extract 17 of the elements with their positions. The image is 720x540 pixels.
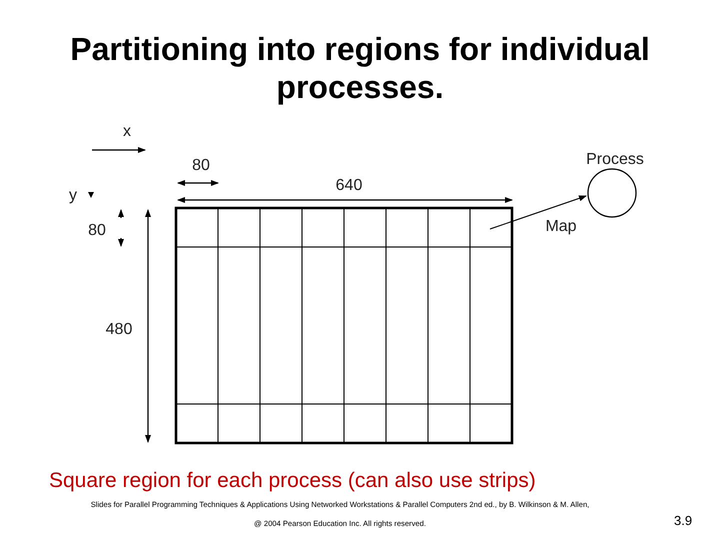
slide-title: Partitioning into regions for individual processes.	[69, 30, 651, 107]
x-axis-label: x	[123, 123, 131, 140]
map-label: Map	[545, 218, 577, 235]
page-number: 3.9	[674, 513, 692, 528]
y-axis-label: y	[69, 187, 77, 204]
column-width-label: 80	[192, 157, 210, 174]
row-height-down-arrow	[118, 238, 124, 247]
column-width-arrow	[177, 180, 219, 186]
x-direction-arrow	[92, 147, 146, 153]
y-direction-arrowhead-icon	[88, 192, 94, 198]
row-height-label: 80	[88, 222, 106, 239]
slide-caption: Square region for each process (can also use strips)	[48, 468, 537, 494]
process-circle	[587, 168, 637, 218]
total-width-label: 640	[336, 177, 362, 194]
row-height-up-arrow	[118, 209, 124, 218]
total-height-label: 480	[106, 321, 132, 338]
process-label: Process	[586, 151, 644, 168]
